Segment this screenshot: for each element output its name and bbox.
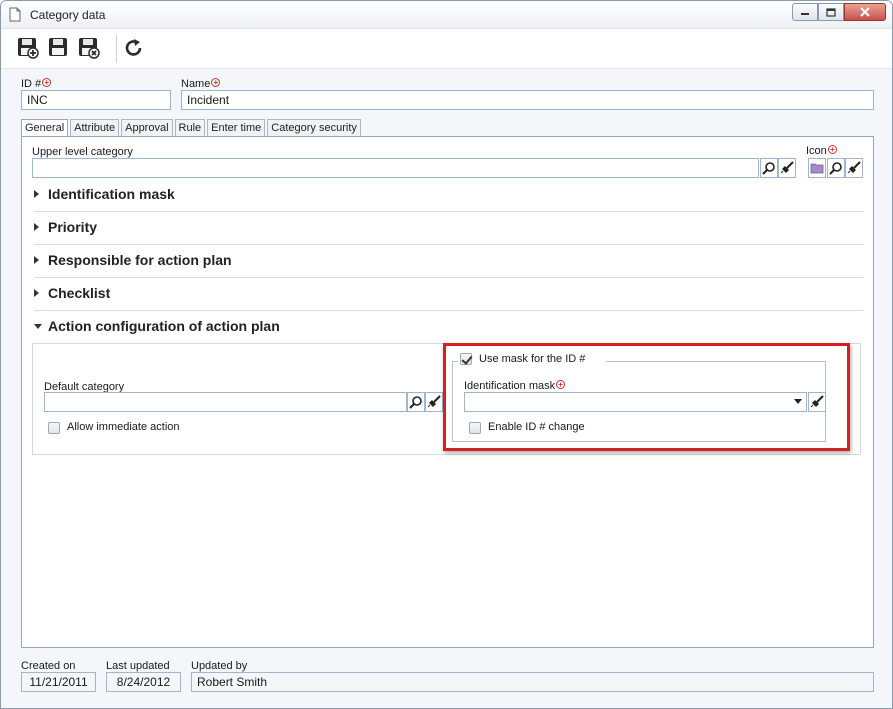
save-close-button[interactable] [78, 37, 100, 59]
tab-approval[interactable]: Approval [121, 119, 173, 136]
section-title: Identification mask [48, 186, 175, 202]
upper-level-category-field[interactable] [32, 158, 759, 178]
minimize-icon [801, 13, 809, 15]
search-icon [409, 396, 422, 409]
save-close-icon [79, 38, 100, 59]
maximize-icon [826, 7, 836, 17]
upper-level-category-label: Upper level category [32, 146, 133, 158]
category-data-window: Category data ID # + INC Name + Incident… [0, 0, 893, 709]
tab-enter-time[interactable]: Enter time [207, 119, 266, 136]
search-icon [762, 162, 775, 175]
section-title: Responsible for action plan [48, 252, 232, 268]
section-checklist[interactable]: Checklist [34, 278, 863, 311]
expand-arrow-icon [34, 256, 39, 264]
collapse-arrow-icon [34, 324, 42, 329]
section-priority[interactable]: Priority [34, 212, 863, 245]
search-icon [829, 162, 842, 175]
allow-immediate-action-label: Allow immediate action [67, 421, 180, 433]
document-icon [9, 7, 21, 22]
allow-immediate-action-checkbox[interactable] [48, 422, 60, 434]
save-new-button[interactable] [17, 37, 39, 59]
toolbar-separator [116, 35, 117, 63]
updated-by-label: Updated by [191, 660, 248, 672]
highlight-box [443, 343, 850, 451]
created-on-label: Created on [21, 660, 76, 672]
close-icon [860, 7, 870, 17]
tab-category-security[interactable]: Category security [267, 119, 361, 136]
refresh-icon [125, 39, 142, 56]
save-button[interactable] [48, 37, 70, 59]
close-button[interactable] [844, 3, 886, 21]
window-controls [792, 3, 886, 21]
tab-attribute[interactable]: Attribute [70, 119, 120, 136]
default-category-clear-button[interactable] [425, 392, 443, 412]
required-icon: + [211, 78, 221, 87]
expand-arrow-icon [34, 190, 39, 198]
default-category-search-button[interactable] [407, 392, 425, 412]
save-icon [49, 38, 67, 56]
section-title: Priority [48, 219, 98, 235]
eraser-icon [427, 395, 441, 408]
section-identification-mask[interactable]: Identification mask [34, 179, 863, 212]
section-responsible-for-action-plan[interactable]: Responsible for action plan [34, 245, 863, 278]
required-icon: + [827, 145, 837, 154]
icon-label: Icon + [806, 145, 837, 157]
default-category-field[interactable] [44, 392, 407, 412]
tab-general[interactable]: General [21, 119, 69, 137]
folder-icon [810, 163, 824, 174]
icon-search-button[interactable] [827, 158, 845, 178]
tab-strip: General Attribute Approval Rule Enter ti… [21, 119, 363, 137]
toolbar [1, 29, 892, 69]
window-title: Category data [30, 8, 106, 22]
expand-arrow-icon [34, 289, 39, 297]
last-updated-label: Last updated [106, 660, 170, 672]
section-title: Checklist [48, 285, 111, 301]
maximize-button[interactable] [818, 3, 844, 21]
eraser-icon [780, 161, 794, 174]
icon-clear-button[interactable] [845, 158, 863, 178]
created-on-field: 11/21/2011 [21, 672, 96, 692]
name-label: Name + [181, 78, 221, 90]
tab-rule[interactable]: Rule [174, 119, 206, 136]
eraser-icon [847, 161, 861, 174]
expand-arrow-icon [34, 223, 39, 231]
save-new-icon [18, 38, 39, 59]
section-title: Action configuration of action plan [48, 318, 280, 334]
required-icon: + [42, 78, 52, 87]
minimize-button[interactable] [792, 3, 818, 21]
section-action-configuration[interactable]: Action configuration of action plan [34, 311, 863, 344]
last-updated-field: 8/24/2012 [106, 672, 181, 692]
icon-preview[interactable] [808, 158, 826, 178]
upper-level-search-button[interactable] [760, 158, 778, 178]
id-label: ID # + [21, 78, 52, 90]
id-field[interactable]: INC [21, 90, 171, 110]
title-bar: Category data [1, 1, 892, 29]
name-field[interactable]: Incident [181, 90, 874, 110]
updated-by-field: Robert Smith [191, 672, 874, 692]
upper-level-clear-button[interactable] [778, 158, 796, 178]
refresh-button[interactable] [123, 37, 145, 59]
